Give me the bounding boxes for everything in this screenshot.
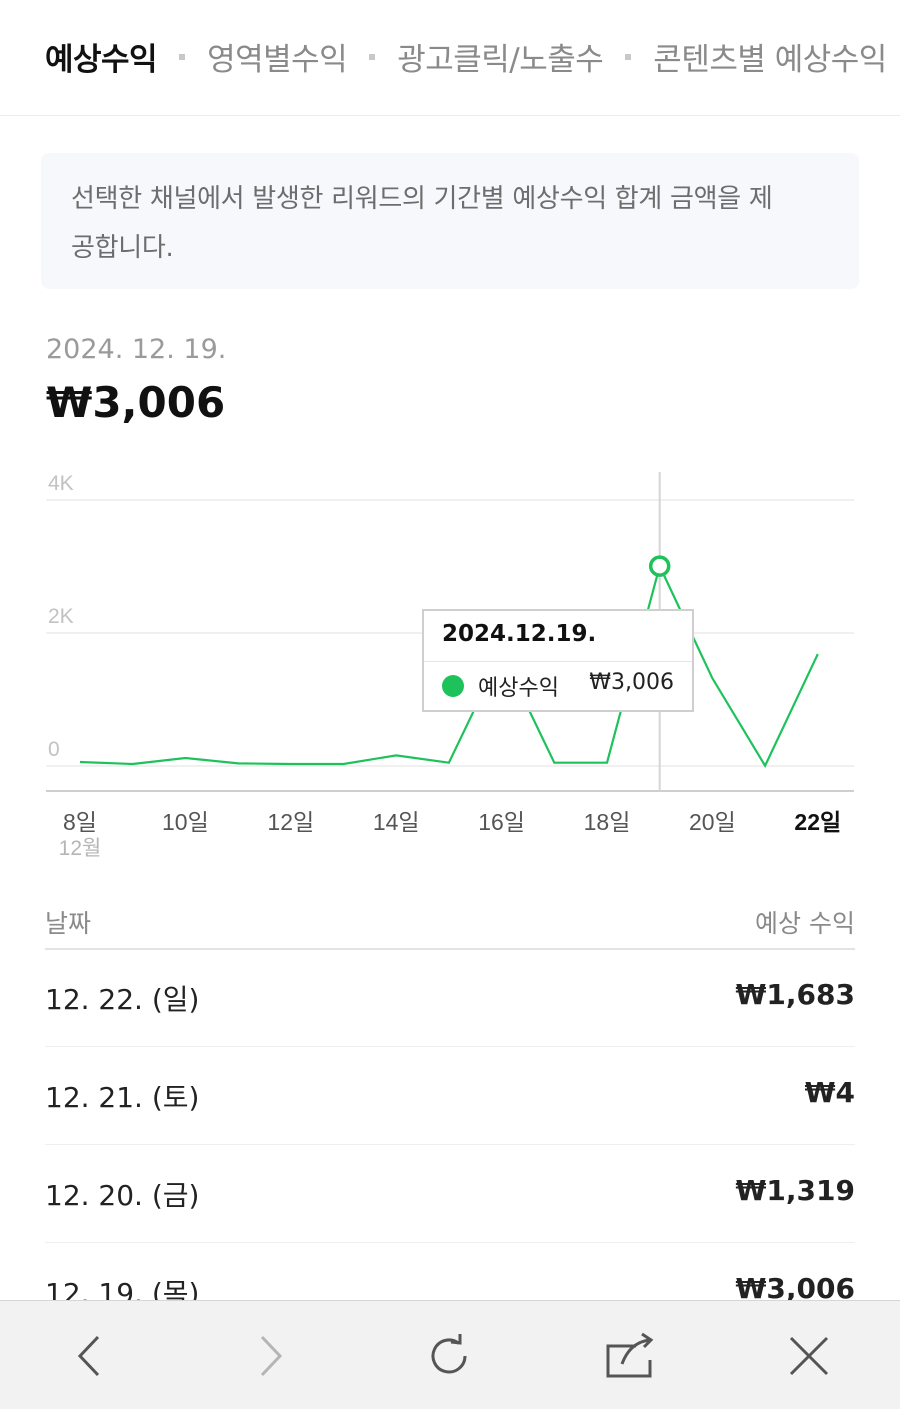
tab-bar: 예상수익 영역별수익 광고클릭/노출수 콘텐츠별 예상수익: [0, 0, 900, 116]
tab-separator: [625, 53, 632, 60]
x-tick-label: 8일: [63, 809, 97, 835]
share-button[interactable]: [598, 1331, 658, 1381]
close-button[interactable]: [779, 1331, 839, 1381]
row-date: 12. 22. (일): [45, 983, 200, 1016]
forward-button[interactable]: [240, 1331, 300, 1381]
y-tick-label: 0: [48, 738, 60, 761]
tab-separator: [369, 53, 376, 60]
header-value: 예상 수익: [755, 909, 855, 938]
selected-value: ₩3,006: [46, 378, 226, 427]
header-date: 날짜: [45, 909, 92, 938]
tab-separator: [179, 53, 186, 60]
tooltip-value: ₩3,006: [589, 670, 674, 695]
table-row[interactable]: 12. 21. (토) ₩4: [45, 1048, 855, 1145]
x-tick-label: 14일: [373, 809, 420, 835]
back-button[interactable]: [60, 1331, 120, 1381]
tab-expected-revenue[interactable]: 예상수익: [45, 34, 158, 79]
x-tick-label: 12일: [267, 809, 314, 835]
x-tick-label: 20일: [689, 809, 736, 835]
reload-button[interactable]: [419, 1331, 479, 1381]
y-tick-label: 4K: [48, 472, 74, 495]
forward-icon: [260, 1335, 283, 1377]
browser-toolbar: [0, 1300, 900, 1409]
row-value: ₩1,683: [735, 978, 855, 1011]
x-tick-label: 22일: [794, 809, 841, 835]
table-row[interactable]: 12. 22. (일) ₩1,683: [45, 950, 855, 1047]
tooltip-divider: [424, 661, 692, 662]
info-text-line1: 선택한 채널에서 발생한 리워드의 기간별 예상수익 합계 금액을 제: [71, 184, 773, 214]
share-icon: [606, 1332, 654, 1378]
x-month-label: 12월: [59, 837, 102, 860]
tab-row: 예상수익 영역별수익 광고클릭/노출수 콘텐츠별 예상수익: [45, 34, 887, 79]
row-date: 12. 21. (토): [45, 1081, 200, 1114]
x-tick-label: 18일: [584, 809, 631, 835]
x-tick-label: 16일: [478, 809, 525, 835]
highlight-point: [648, 555, 671, 577]
close-icon: [789, 1336, 829, 1376]
table-header: 날짜 예상 수익: [45, 900, 855, 950]
x-tick-label: 10일: [162, 809, 209, 835]
row-value: ₩1,319: [735, 1174, 855, 1207]
y-tick-label: 2K: [48, 605, 74, 628]
chart-tooltip: 2024.12.19. 예상수익 ₩3,006: [422, 609, 694, 712]
info-text-line2: 공합니다.: [71, 233, 174, 263]
reload-icon: [431, 1334, 467, 1374]
tab-revenue-by-content[interactable]: 콘텐츠별 예상수익: [653, 34, 887, 79]
tooltip-series-label: 예상수익: [478, 676, 559, 701]
row-value: ₩4: [804, 1076, 855, 1109]
tab-revenue-by-area[interactable]: 영역별수익: [207, 34, 348, 79]
selected-date: 2024. 12. 19.: [46, 334, 227, 365]
tooltip-date: 2024.12.19.: [442, 621, 597, 647]
tab-ad-clicks-impressions[interactable]: 광고클릭/노출수: [397, 34, 604, 79]
row-date: 12. 20. (금): [45, 1179, 200, 1212]
legend-dot-icon: [442, 675, 464, 697]
info-box: 선택한 채널에서 발생한 리워드의 기간별 예상수익 합계 금액을 제 공합니다…: [41, 153, 859, 289]
back-icon: [77, 1335, 100, 1377]
table-row[interactable]: 12. 20. (금) ₩1,319: [45, 1146, 855, 1243]
